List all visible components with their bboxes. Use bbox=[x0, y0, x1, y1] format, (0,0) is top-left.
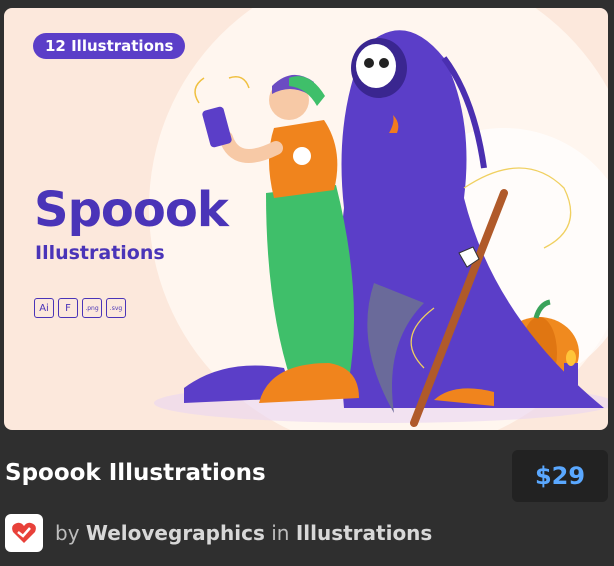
product-title[interactable]: Spoook Illustrations bbox=[5, 460, 266, 486]
hero-title: Spoook bbox=[34, 182, 229, 238]
heart-check-icon bbox=[12, 522, 36, 543]
svg-format-icon: .svg bbox=[106, 298, 126, 318]
category-link[interactable]: Illustrations bbox=[296, 521, 433, 545]
ai-format-icon: Ai bbox=[34, 298, 54, 318]
figma-format-icon: F bbox=[58, 298, 78, 318]
by-label: by bbox=[55, 521, 80, 545]
author-link[interactable]: Welovegraphics bbox=[86, 521, 265, 545]
price-button[interactable]: $29 bbox=[512, 450, 608, 502]
illustration-count-badge: 12 Illustrations bbox=[33, 33, 186, 59]
in-label: in bbox=[271, 521, 290, 545]
author-logo[interactable] bbox=[5, 514, 43, 552]
hero-subtitle: Illustrations bbox=[35, 242, 165, 264]
file-format-icons: Ai F .png .svg bbox=[34, 298, 126, 318]
product-preview-image[interactable]: 12 Illustrations Spoook Illustrations Ai… bbox=[4, 8, 608, 430]
png-format-icon: .png bbox=[82, 298, 102, 318]
author-row: by Welovegraphics in Illustrations bbox=[5, 514, 432, 552]
byline: by Welovegraphics in Illustrations bbox=[55, 521, 432, 545]
